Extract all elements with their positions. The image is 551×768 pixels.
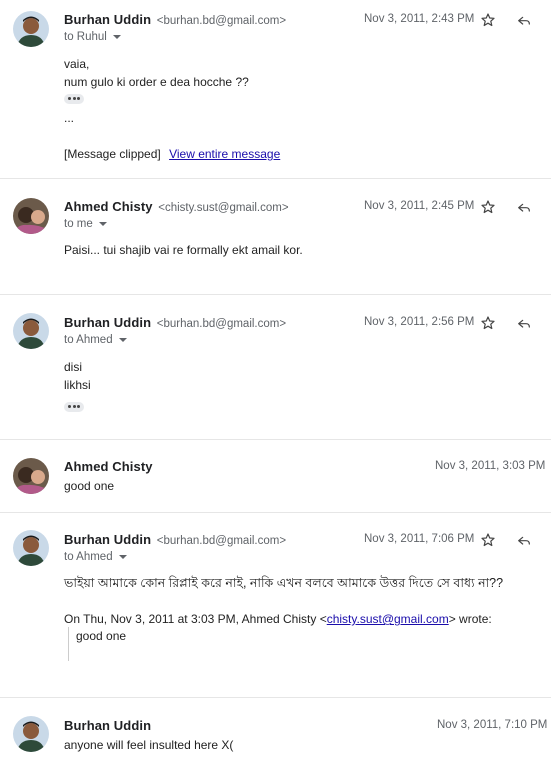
avatar	[13, 716, 49, 752]
sender-email: <burhan.bd@gmail.com>	[156, 318, 287, 330]
quote-email-link[interactable]: chisty.sust@gmail.com	[327, 612, 449, 626]
sender-name: Ahmed Chisty	[64, 459, 153, 474]
star-icon[interactable]	[480, 199, 496, 215]
avatar	[13, 458, 49, 494]
message-date: Nov 3, 2011, 7:06 PM	[364, 533, 475, 545]
recipient-dropdown[interactable]: to Ruhul	[64, 31, 121, 43]
recipient-dropdown[interactable]: to Ahmed	[64, 551, 127, 563]
message-6[interactable]: Burhan Uddin Nov 3, 2011, 7:10 PM anyone…	[0, 698, 551, 768]
ellipsis-text: ...	[64, 111, 75, 125]
sender-name: Burhan Uddin	[64, 532, 152, 547]
body-line: ভাইয়া আমাকে কোন রিপ্লাই করে নাই, নাকি এ…	[64, 576, 504, 590]
sender: Ahmed Chisty	[64, 459, 153, 474]
more-horizontal-icon[interactable]	[64, 94, 84, 104]
message-2[interactable]: Ahmed Chisty <chisty.sust@gmail.com> to …	[0, 179, 551, 295]
message-date: Nov 3, 2011, 7:10 PM	[437, 719, 548, 731]
reply-icon[interactable]	[516, 315, 532, 331]
body-line: num gulo ki order e dea hocche ??	[64, 75, 249, 89]
chevron-down-icon	[118, 337, 127, 342]
sender-email: <burhan.bd@gmail.com>	[156, 15, 287, 27]
avatar	[13, 11, 49, 47]
message-5[interactable]: Burhan Uddin <burhan.bd@gmail.com> to Ah…	[0, 513, 551, 698]
quoted-text: good one	[68, 627, 126, 661]
avatar	[13, 313, 49, 349]
sender: Burhan Uddin <burhan.bd@gmail.com>	[64, 315, 286, 330]
more-horizontal-icon[interactable]	[64, 402, 84, 412]
sender-name: Burhan Uddin	[64, 315, 152, 330]
star-icon[interactable]	[480, 12, 496, 28]
clipped-label: [Message clipped]	[64, 147, 161, 161]
recipient-dropdown[interactable]: to me	[64, 218, 107, 230]
recipient-label: to Ahmed	[64, 551, 113, 563]
quote-header: On Thu, Nov 3, 2011 at 3:03 PM, Ahmed Ch…	[64, 610, 492, 628]
message-body: disi likhsi	[64, 358, 91, 394]
avatar	[13, 198, 49, 234]
quoted-line: good one	[76, 629, 127, 643]
message-1[interactable]: Burhan Uddin <burhan.bd@gmail.com> to Ru…	[0, 0, 551, 179]
sender: Ahmed Chisty <chisty.sust@gmail.com>	[64, 199, 289, 214]
sender-name: Burhan Uddin	[64, 12, 152, 27]
sender-name: Ahmed Chisty	[64, 199, 153, 214]
message-date: Nov 3, 2011, 2:45 PM	[364, 200, 475, 212]
message-body: Paisi... tui shajib vai re formally ekt …	[64, 241, 303, 259]
reply-icon[interactable]	[516, 12, 532, 28]
message-3[interactable]: Burhan Uddin <burhan.bd@gmail.com> to Ah…	[0, 295, 551, 440]
body-line: disi	[64, 360, 83, 374]
reply-icon[interactable]	[516, 199, 532, 215]
sender-name: Burhan Uddin	[64, 718, 152, 733]
star-icon[interactable]	[480, 315, 496, 331]
recipient-label: to Ruhul	[64, 31, 107, 43]
message-date: Nov 3, 2011, 2:56 PM	[364, 316, 475, 328]
recipient-label: to Ahmed	[64, 334, 113, 346]
message-date: Nov 3, 2011, 2:43 PM	[364, 13, 475, 25]
body-line: likhsi	[64, 378, 91, 392]
reply-icon[interactable]	[516, 532, 532, 548]
sender-email: <burhan.bd@gmail.com>	[156, 535, 287, 547]
clipped-notice: [Message clipped] View entire message	[64, 145, 280, 163]
chevron-down-icon	[112, 34, 121, 39]
message-body: vaia, num gulo ki order e dea hocche ??	[64, 55, 249, 91]
message-snippet: anyone will feel insulted here X(	[64, 738, 234, 752]
quote-header-suffix: > wrote:	[448, 612, 492, 626]
message-4[interactable]: Ahmed Chisty Nov 3, 2011, 3:03 PM good o…	[0, 440, 551, 513]
body-line: Paisi... tui shajib vai re formally ekt …	[64, 243, 303, 257]
message-snippet: good one	[64, 479, 115, 493]
chevron-down-icon	[118, 554, 127, 559]
chevron-down-icon	[98, 221, 107, 226]
sender-email: <chisty.sust@gmail.com>	[158, 202, 289, 214]
message-body: ভাইয়া আমাকে কোন রিপ্লাই করে নাই, নাকি এ…	[64, 574, 503, 592]
quote-header-text: On Thu, Nov 3, 2011 at 3:03 PM, Ahmed Ch…	[64, 612, 327, 626]
sender: Burhan Uddin	[64, 718, 151, 733]
sender: Burhan Uddin <burhan.bd@gmail.com>	[64, 12, 286, 27]
recipient-label: to me	[64, 218, 93, 230]
view-entire-message-link[interactable]: View entire message	[169, 147, 280, 161]
message-date: Nov 3, 2011, 3:03 PM	[435, 460, 546, 472]
sender: Burhan Uddin <burhan.bd@gmail.com>	[64, 532, 286, 547]
body-line: vaia,	[64, 57, 90, 71]
recipient-dropdown[interactable]: to Ahmed	[64, 334, 127, 346]
avatar	[13, 530, 49, 566]
star-icon[interactable]	[480, 532, 496, 548]
